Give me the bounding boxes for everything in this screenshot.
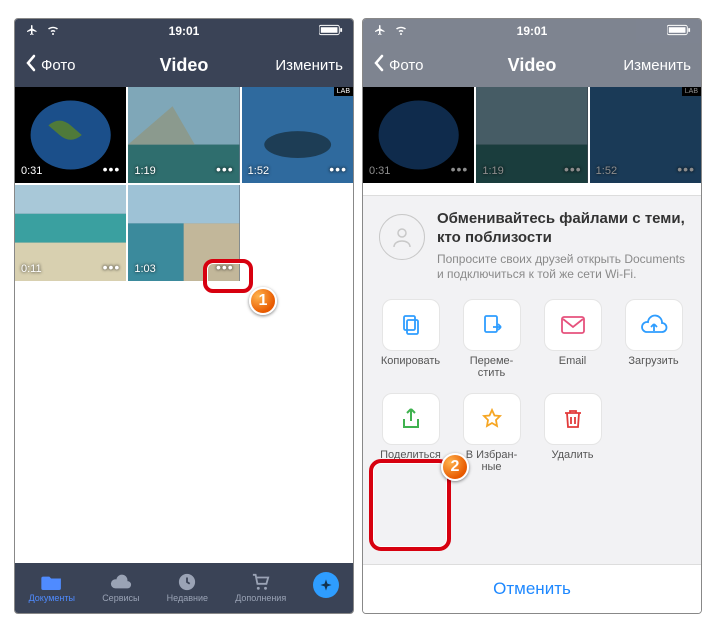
phone-left: 19:01 Фото Video Изменить 0:31 ••• 1:: [14, 18, 354, 614]
tab-bar: Документы Сервисы Недавние Дополнения: [15, 563, 353, 613]
tab-addons[interactable]: Дополнения: [235, 573, 286, 603]
email-icon: [544, 299, 602, 351]
video-thumb[interactable]: LAB 1:52 •••: [242, 87, 353, 183]
edit-button[interactable]: Изменить: [208, 57, 343, 74]
sheet-header: Обменивайтесь файлами с теми, кто поблиз…: [363, 196, 701, 291]
action-empty: [616, 393, 691, 479]
status-time: 19:01: [363, 24, 701, 38]
callout-badge-1: 1: [249, 287, 277, 315]
sheet-title: Обменивайтесь файлами с теми, кто поблиз…: [437, 210, 685, 248]
nav-bar: Фото Video Изменить: [15, 43, 353, 87]
status-time: 19:01: [15, 24, 353, 38]
folder-icon: [41, 573, 63, 591]
move-icon: [463, 299, 521, 351]
callout-badge-2: 2: [441, 453, 469, 481]
tab-label: Дополнения: [235, 593, 286, 603]
more-icon[interactable]: •••: [103, 259, 121, 275]
action-label: Копировать: [381, 355, 440, 367]
cloud-upload-icon: [625, 299, 683, 351]
more-icon[interactable]: •••: [103, 161, 121, 177]
clock-icon: [176, 573, 198, 591]
cloud-icon: [110, 573, 132, 591]
edit-label: Изменить: [623, 57, 691, 74]
phone-right: 19:01 Фото Video Изменить 0:31••• 1:19••…: [362, 18, 702, 614]
tab-recent[interactable]: Недавние: [167, 573, 208, 603]
status-bar: 19:01: [363, 19, 701, 43]
status-bar: 19:01: [15, 19, 353, 43]
action-label: Email: [559, 355, 587, 367]
action-upload[interactable]: Загрузить: [616, 299, 691, 385]
highlight-share-button: [369, 459, 451, 551]
more-icon[interactable]: •••: [329, 161, 347, 177]
video-thumb[interactable]: 0:11 •••: [15, 185, 126, 281]
tab-label: Сервисы: [102, 593, 139, 603]
nav-title: Video: [160, 55, 209, 76]
duration-label: 1:52: [248, 165, 269, 177]
more-icon[interactable]: •••: [216, 161, 234, 177]
duration-label: 0:31: [21, 165, 42, 177]
nearby-avatar-icon: [379, 214, 425, 260]
tab-documents[interactable]: Документы: [29, 573, 75, 603]
back-label: Фото: [389, 57, 423, 74]
action-email[interactable]: Email: [535, 299, 610, 385]
video-thumb[interactable]: 0:31 •••: [15, 87, 126, 183]
cart-icon: [250, 573, 272, 591]
duration-label: 1:03: [134, 263, 155, 275]
tab-label: Недавние: [167, 593, 208, 603]
chevron-left-icon: [25, 54, 37, 76]
lab-tag: LAB: [334, 87, 353, 96]
highlight-more-button: [203, 259, 253, 293]
action-row-1: Копировать Переме- стить Email Загрузить: [363, 291, 701, 385]
tab-services[interactable]: Сервисы: [102, 573, 139, 603]
action-label: Переме- стить: [470, 355, 514, 379]
edit-label: Изменить: [275, 57, 343, 74]
tab-label: Документы: [29, 593, 75, 603]
sheet-subtitle: Попросите своих друзей открыть Documents…: [437, 252, 685, 283]
cancel-label: Отменить: [493, 579, 571, 598]
nav-bar: Фото Video Изменить: [363, 43, 701, 87]
tab-browser[interactable]: [313, 572, 339, 598]
video-thumb[interactable]: 1:19 •••: [128, 87, 239, 183]
action-move[interactable]: Переме- стить: [454, 299, 529, 385]
action-label: В Избран- ные: [466, 449, 518, 473]
edit-button[interactable]: Изменить: [556, 57, 691, 74]
back-button[interactable]: Фото: [25, 54, 160, 76]
star-icon: [463, 393, 521, 445]
copy-icon: [382, 299, 440, 351]
back-button[interactable]: Фото: [373, 54, 508, 76]
video-grid-dimmed: 0:31••• 1:19••• LAB1:52•••: [363, 87, 701, 195]
cancel-button[interactable]: Отменить: [363, 564, 701, 613]
chevron-left-icon: [373, 54, 385, 76]
action-label: Удалить: [552, 449, 594, 461]
trash-icon: [544, 393, 602, 445]
action-copy[interactable]: Копировать: [373, 299, 448, 385]
action-label: Загрузить: [628, 355, 678, 367]
duration-label: 0:11: [21, 263, 42, 275]
share-icon: [382, 393, 440, 445]
nav-title: Video: [508, 55, 557, 76]
action-delete[interactable]: Удалить: [535, 393, 610, 479]
duration-label: 1:19: [134, 165, 155, 177]
compass-icon: [313, 572, 339, 598]
back-label: Фото: [41, 57, 75, 74]
video-grid: 0:31 ••• 1:19 ••• LAB 1:52 ••• 0:11 ••• …: [15, 87, 353, 281]
